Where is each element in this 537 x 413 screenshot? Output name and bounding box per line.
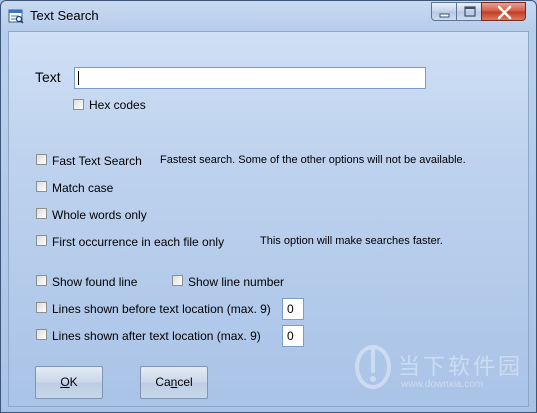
fast-text-search-hint: Fastest search. Some of the other option… [160, 154, 466, 166]
minimize-button[interactable] [431, 2, 457, 21]
hex-codes-checkbox[interactable] [73, 99, 84, 110]
lines-after-checkbox[interactable] [36, 329, 47, 340]
lines-after-input[interactable]: 0 [282, 325, 304, 347]
maximize-button[interactable] [456, 2, 482, 21]
ok-mnemonic: O [60, 375, 70, 389]
text-caret [78, 71, 79, 85]
title-bar[interactable]: Text Search [1, 1, 536, 31]
lines-before-label[interactable]: Lines shown before text location (max. 9… [52, 302, 271, 316]
watermark-url: www.downxia.com [401, 379, 484, 390]
first-occurrence-label[interactable]: First occurrence in each file only [52, 235, 224, 249]
lines-after-label[interactable]: Lines shown after text location (max. 9) [52, 329, 261, 343]
fast-text-search-label[interactable]: Fast Text Search [52, 154, 142, 168]
window-title: Text Search [30, 8, 99, 23]
whole-words-only-label[interactable]: Whole words only [52, 208, 147, 222]
match-case-label[interactable]: Match case [52, 181, 113, 195]
text-label: Text [35, 69, 61, 85]
show-line-number-checkbox[interactable] [172, 275, 183, 286]
minimize-icon [439, 13, 450, 18]
ok-button[interactable]: OK [35, 366, 103, 399]
close-icon [497, 5, 512, 20]
maximize-icon [464, 6, 476, 17]
app-icon [8, 9, 24, 24]
fast-text-search-checkbox[interactable] [36, 154, 47, 165]
cancel-button[interactable]: Cancel [140, 366, 208, 399]
watermark-text: 当下软件园 [398, 355, 524, 380]
show-line-number-label[interactable]: Show line number [188, 275, 284, 289]
close-button[interactable] [481, 2, 526, 21]
show-found-line-checkbox[interactable] [36, 275, 47, 286]
watermark: 当下软件园 www.downxia.com [353, 341, 533, 401]
first-occurrence-checkbox[interactable] [36, 235, 47, 246]
ok-label-rest: K [69, 375, 78, 389]
match-case-checkbox[interactable] [36, 181, 47, 192]
hex-codes-label[interactable]: Hex codes [89, 98, 146, 112]
lines-before-input[interactable]: 0 [282, 298, 304, 320]
cancel-label-rest: cel [177, 375, 193, 389]
lines-before-checkbox[interactable] [36, 302, 47, 313]
text-search-window: Text Search Text Hex codes Fast Text Sea… [0, 0, 537, 413]
search-text-input[interactable] [74, 67, 426, 89]
cancel-label-pre: Ca [155, 375, 171, 389]
show-found-line-label[interactable]: Show found line [52, 275, 137, 289]
first-occurrence-hint: This option will make searches faster. [260, 235, 443, 247]
whole-words-only-checkbox[interactable] [36, 208, 47, 219]
downxia-logo-icon [355, 345, 391, 389]
